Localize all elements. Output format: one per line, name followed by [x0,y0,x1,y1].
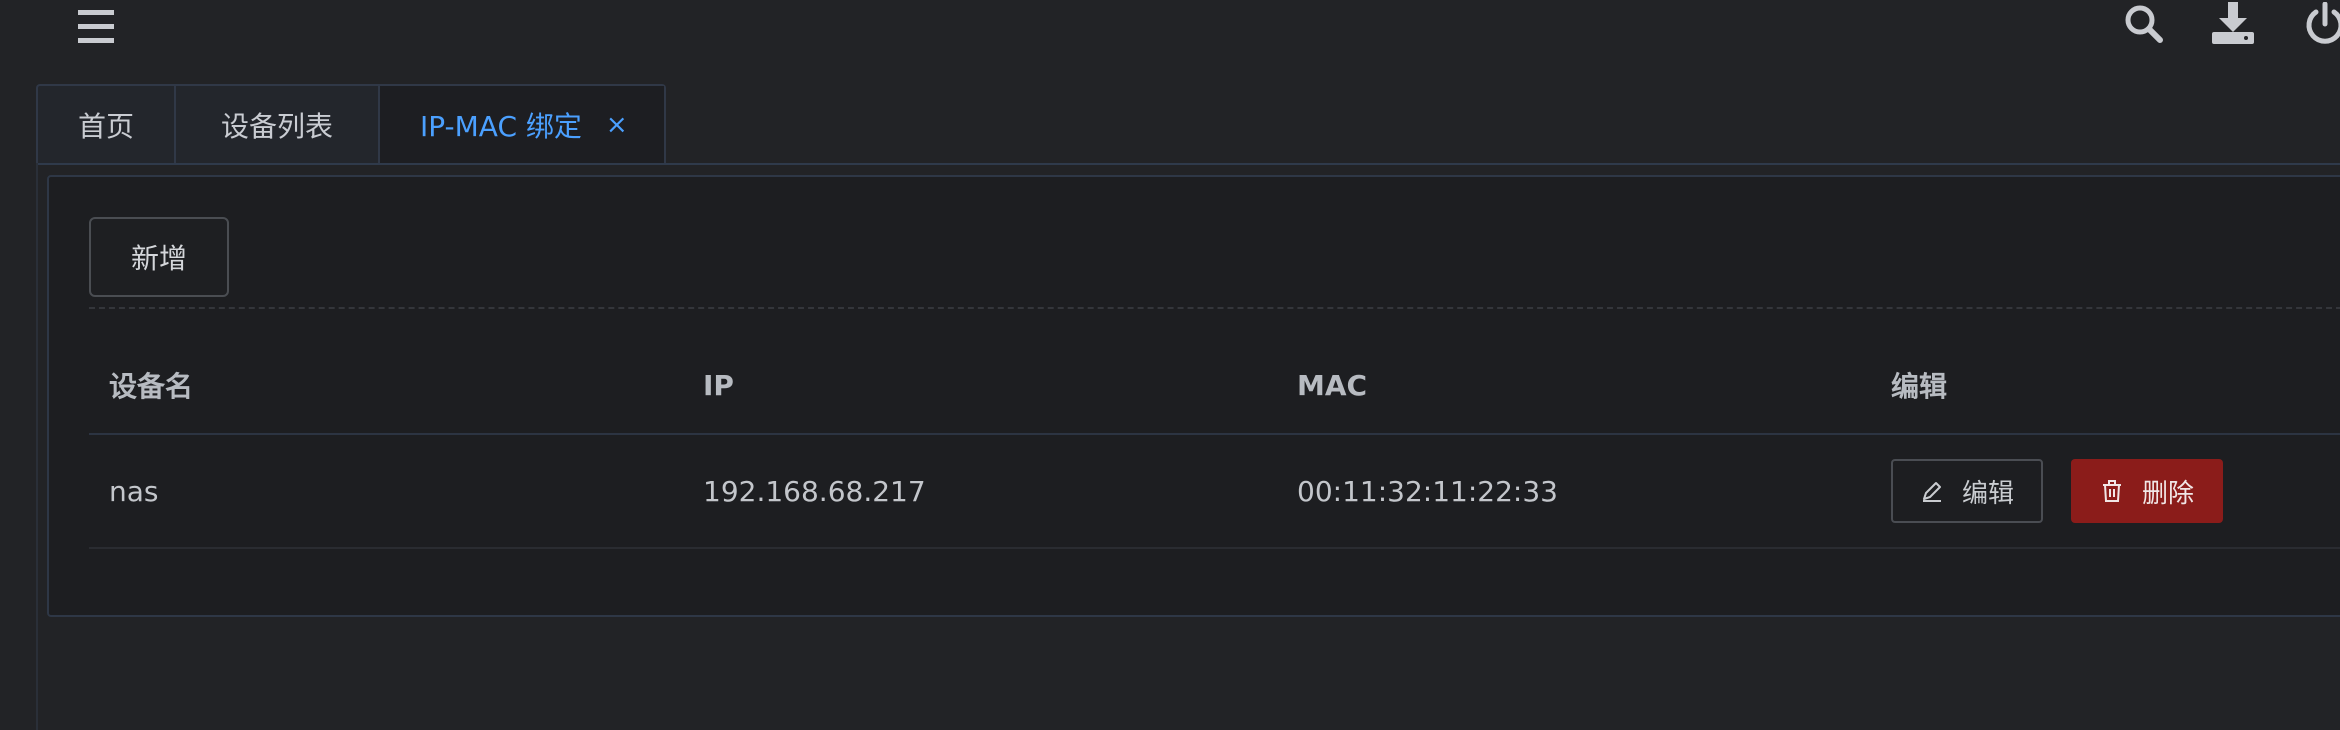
delete-button[interactable]: 删除 [2071,459,2223,523]
cell-mac: 00:11:32:11:22:33 [1297,474,1558,508]
column-header-edit: 编辑 [1891,370,1948,403]
tab-device-list-label: 设备列表 [220,110,333,143]
content-left-border [36,163,38,730]
search-button[interactable] [2122,2,2168,46]
download-button[interactable] [2210,2,2256,46]
tab-bar: 首页 设备列表 IP-MAC 绑定 × [36,84,666,164]
add-button[interactable]: 新增 [89,217,229,297]
tab-home[interactable]: 首页 [38,86,176,164]
search-icon [2125,5,2163,43]
tab-content-divider [36,163,2340,165]
row-actions: 编辑 删除 [1891,459,2340,523]
add-button-label: 新增 [130,242,187,275]
toolbar-divider [89,307,2340,309]
delete-button-label: 删除 [2141,478,2194,509]
power-button[interactable] [2302,1,2340,46]
menu-button[interactable] [78,10,114,44]
power-icon [2306,1,2340,44]
table-row: nas 192.168.68.217 00:11:32:11:22:33 编辑 [89,435,2340,549]
tab-device-list[interactable]: 设备列表 [176,86,380,164]
content-panel: 新增 设备名 IP MAC 编辑 nas 192.168.68.217 00:1… [47,175,2340,617]
cell-actions: 编辑 删除 [1871,459,2340,523]
column-header-ip: IP [703,368,734,402]
pencil-icon [1920,479,1944,503]
table-header: 设备名 IP MAC 编辑 [89,337,2340,435]
trash-icon [2100,479,2124,503]
column-header-device-name: 设备名 [109,370,194,403]
tab-ip-mac-binding[interactable]: IP-MAC 绑定 × [380,86,664,164]
tab-ip-mac-binding-label: IP-MAC 绑定 [420,110,582,143]
column-header-mac: MAC [1297,368,1368,402]
download-icon [2212,2,2254,44]
tab-close-icon[interactable]: × [606,112,628,138]
edit-button-label: 编辑 [1961,478,2014,509]
cell-ip: 192.168.68.217 [703,474,926,508]
edit-button[interactable]: 编辑 [1891,459,2043,523]
cell-device-name: nas [109,474,159,508]
hamburger-icon [78,10,114,43]
tab-home-label: 首页 [77,110,134,143]
binding-table: 设备名 IP MAC 编辑 nas 192.168.68.217 00:11:3… [89,337,2340,549]
